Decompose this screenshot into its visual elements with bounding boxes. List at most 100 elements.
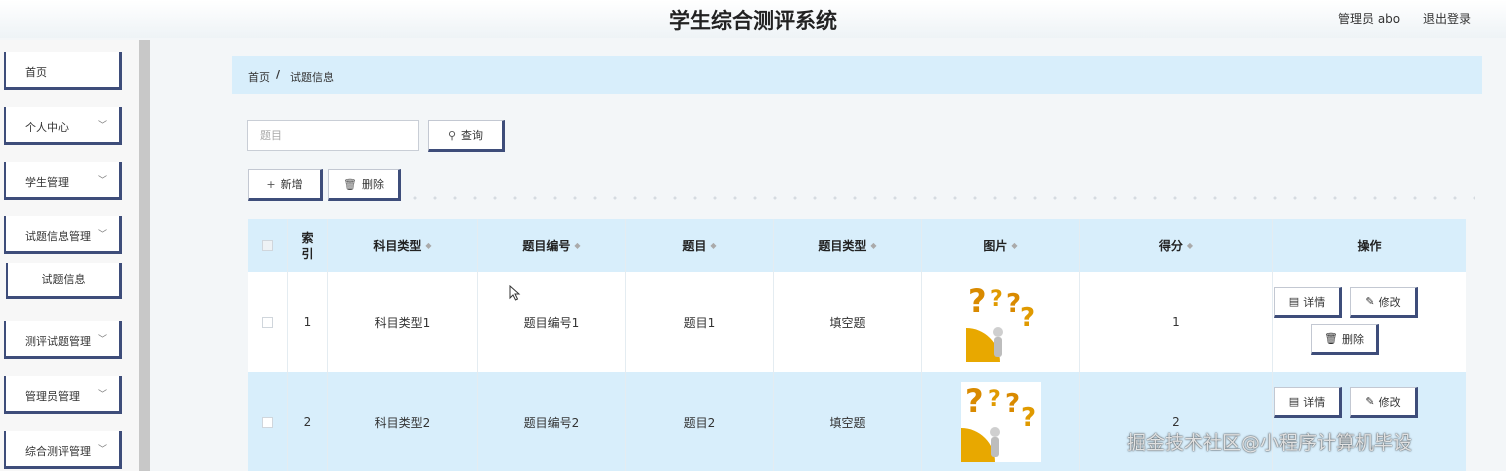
sort-icon: ◆	[1011, 241, 1018, 250]
sidebar-item-home[interactable]: 首页	[4, 52, 122, 90]
sidebar-item-label: 测评试题管理	[25, 335, 91, 348]
cell-question: 题目2	[626, 372, 774, 471]
sidebar-item-evaluation-management[interactable]: 综合测评管理 ﹀	[4, 431, 122, 469]
breadcrumb: 首页 / 试题信息	[232, 56, 1482, 94]
row-select-cell	[248, 372, 288, 471]
search-input[interactable]	[247, 120, 419, 151]
edit-button[interactable]: ✎ 修改	[1350, 287, 1418, 318]
column-header-actions: 操作	[1357, 239, 1382, 253]
column-header-index: 索引	[288, 219, 328, 272]
svg-text:?: ?	[1005, 389, 1020, 419]
cell-question-type: 填空题	[774, 272, 922, 372]
search-icon: ⚲	[447, 128, 457, 142]
sidebar-item-personal-center[interactable]: 个人中心 ﹀	[4, 107, 122, 145]
column-header-image[interactable]: 图片 ◆	[922, 219, 1080, 272]
column-header-question-no[interactable]: 题目编号 ◆	[478, 219, 626, 272]
sidebar-item-label: 综合测评管理	[25, 445, 91, 458]
svg-text:?: ?	[988, 387, 1001, 412]
document-icon: ▤	[1288, 395, 1300, 408]
question-mark-image[interactable]: ? ? ? ?	[960, 382, 1041, 462]
chevron-down-icon: ﹀	[97, 390, 107, 400]
sidebar-item-test-question-management[interactable]: 测评试题管理 ﹀	[4, 321, 122, 359]
logout-link[interactable]: 退出登录	[1423, 10, 1471, 27]
column-header-question[interactable]: 题目 ◆	[626, 219, 774, 272]
sidebar-item-student-management[interactable]: 学生管理 ﹀	[4, 162, 122, 200]
sidebar-item-label: 首页	[25, 66, 47, 79]
decorative-dots	[405, 196, 1475, 200]
breadcrumb-home[interactable]: 首页	[248, 69, 270, 85]
sidebar-item-label: 管理员管理	[25, 390, 80, 403]
row-select-cell	[248, 272, 288, 372]
sidebar-item-label: 试题信息管理	[25, 230, 91, 243]
sidebar-item-question-management[interactable]: 试题信息管理 ﹀	[4, 216, 122, 254]
chevron-down-icon: ﹀	[97, 445, 107, 455]
breadcrumb-separator: /	[276, 68, 281, 81]
table-row: 1 科目类型1 题目编号1 题目1 填空题 ? ? ? ? 1 ▤ 详情 ✎ 修…	[248, 272, 1466, 372]
detail-button[interactable]: ▤ 详情	[1274, 387, 1342, 418]
mouse-cursor-icon	[509, 285, 521, 301]
svg-text:?: ?	[965, 382, 984, 420]
sidebar-subitem-label: 试题信息	[41, 273, 86, 286]
sort-icon: ◆	[574, 241, 581, 250]
question-mark-image[interactable]: ? ? ? ?	[965, 282, 1036, 362]
top-header: 学生综合测评系统 管理员 abo 退出登录	[0, 0, 1506, 38]
edit-button[interactable]: ✎ 修改	[1350, 387, 1418, 418]
sidebar-item-admin-management[interactable]: 管理员管理 ﹀	[4, 376, 122, 414]
cell-question-no: 题目编号1	[478, 272, 626, 372]
svg-text:?: ?	[968, 282, 987, 320]
sidebar-item-label: 个人中心	[25, 121, 69, 134]
add-button[interactable]: + 新增	[248, 169, 323, 201]
cell-image: ? ? ? ?	[922, 272, 1080, 372]
cell-subject-type: 科目类型2	[328, 372, 478, 471]
chevron-down-icon: ﹀	[97, 230, 107, 240]
sidebar-scrollbar[interactable]	[139, 40, 150, 471]
cell-image: ? ? ? ?	[922, 372, 1080, 471]
select-all-cell	[248, 219, 288, 272]
sort-icon: ◆	[870, 241, 877, 250]
sidebar-subitem-question-info[interactable]: 试题信息	[6, 263, 122, 299]
batch-delete-button[interactable]: 🗑 删除	[328, 169, 401, 201]
select-all-checkbox[interactable]	[262, 240, 273, 251]
search-button-label: 查询	[461, 129, 484, 142]
chevron-down-icon: ﹀	[97, 121, 107, 131]
cell-score: 2	[1080, 372, 1273, 471]
add-button-label: 新增	[280, 178, 303, 191]
pencil-icon: ✎	[1365, 295, 1375, 308]
delete-button[interactable]: 🗑 删除	[1311, 324, 1379, 355]
column-header-subject-type[interactable]: 科目类型 ◆	[328, 219, 478, 272]
row-checkbox[interactable]	[262, 316, 273, 328]
search-button[interactable]: ⚲ 查询	[428, 120, 505, 152]
svg-text:?: ?	[1006, 289, 1021, 319]
cell-subject-type: 科目类型1	[328, 272, 478, 372]
sidebar-item-label: 学生管理	[25, 176, 69, 189]
pencil-icon: ✎	[1365, 395, 1375, 408]
row-actions: ▤ 详情 ✎ 修改	[1273, 372, 1466, 471]
app-title: 学生综合测评系统	[669, 9, 837, 33]
cell-index: 1	[288, 272, 328, 372]
detail-button[interactable]: ▤ 详情	[1274, 287, 1342, 318]
cell-question-type: 填空题	[774, 372, 922, 471]
watermark: 掘金技术社区@小程序计算机毕设	[1127, 432, 1413, 454]
trash-icon: 🗑	[1324, 332, 1338, 345]
table-row: 2 科目类型2 题目编号2 题目2 填空题 ? ? ? ? 2 ▤ 详情 ✎ 修…	[248, 372, 1466, 471]
breadcrumb-current: 试题信息	[290, 71, 334, 84]
cell-question-no: 题目编号2	[478, 372, 626, 471]
sort-icon: ◆	[1186, 241, 1194, 250]
table-header: 索引 科目类型 ◆ 题目编号 ◆ 题目 ◆ 题目类型 ◆ 图片 ◆ 得分 ◆ 操作	[248, 219, 1466, 272]
svg-text:?: ?	[1021, 403, 1036, 433]
row-actions: ▤ 详情 ✎ 修改 🗑 删除	[1273, 272, 1466, 372]
current-user: 管理员 abo	[1338, 12, 1401, 26]
svg-text:?: ?	[1020, 303, 1035, 333]
trash-icon: 🗑	[343, 177, 357, 191]
column-header-question-type[interactable]: 题目类型 ◆	[774, 219, 922, 272]
column-header-score[interactable]: 得分 ◆	[1080, 219, 1273, 272]
cell-question: 题目1	[626, 272, 774, 372]
sort-icon: ◆	[710, 241, 717, 250]
row-checkbox[interactable]	[262, 416, 273, 428]
svg-text:?: ?	[990, 287, 1003, 312]
sort-icon: ◆	[425, 241, 432, 250]
plus-icon: +	[266, 177, 276, 191]
cell-index: 2	[288, 372, 328, 471]
cell-score: 1	[1080, 272, 1273, 372]
chevron-down-icon: ﹀	[97, 176, 107, 186]
